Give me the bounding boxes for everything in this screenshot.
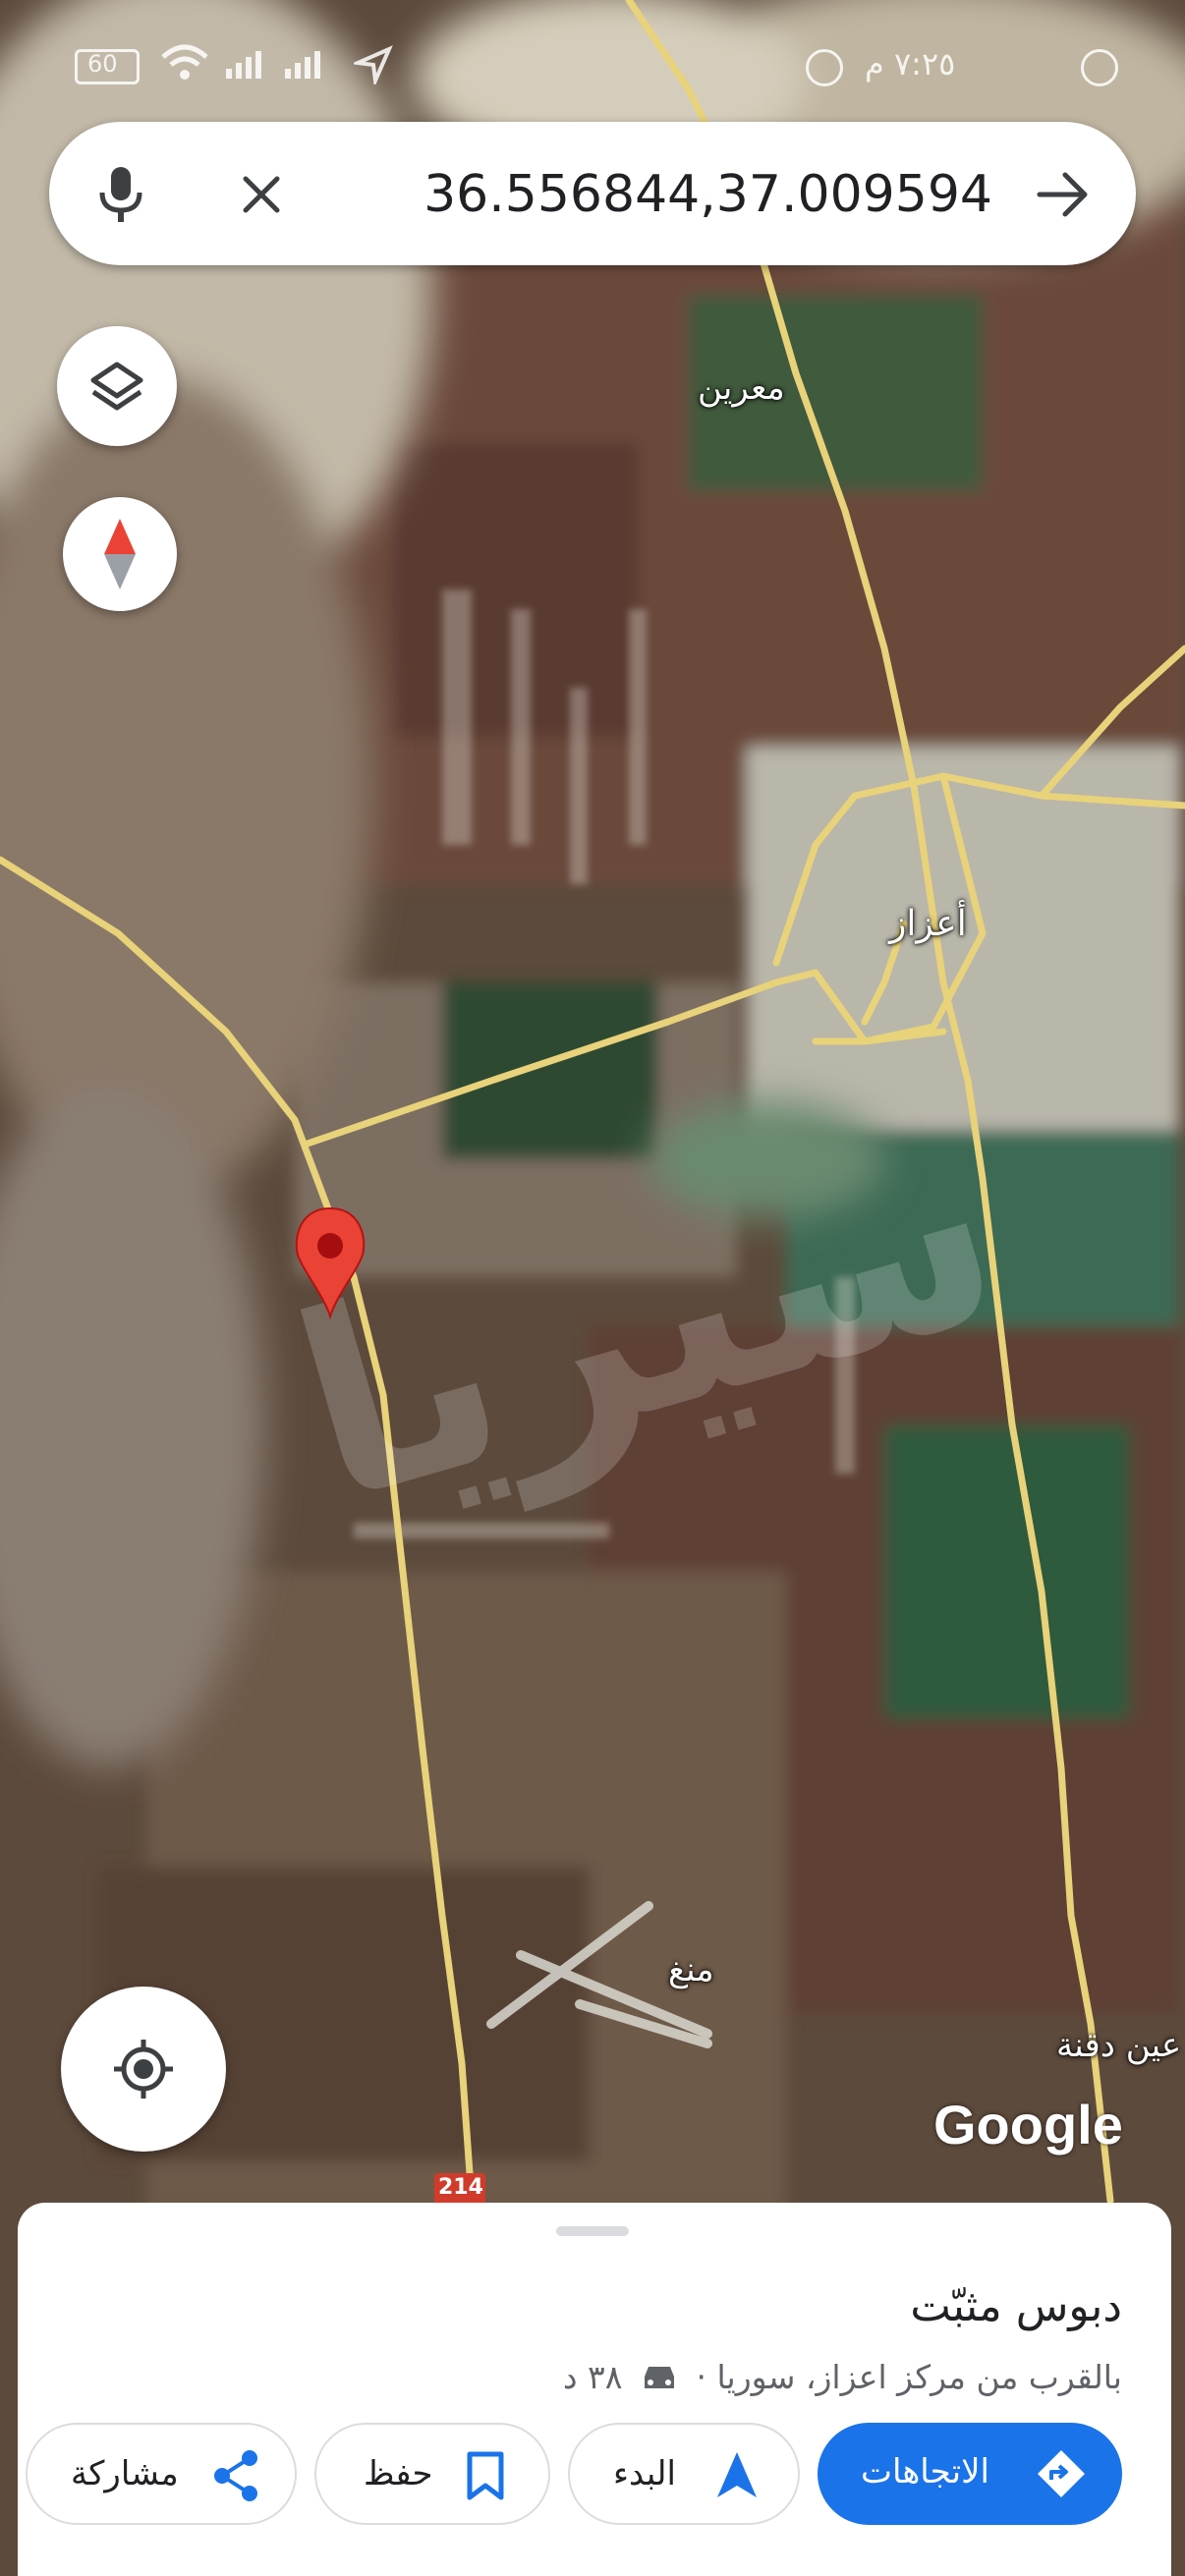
compass-icon — [104, 519, 136, 589]
map-label-ayn-daqna[interactable]: عين دقنة — [1056, 2026, 1181, 2065]
alarm-icon — [1081, 49, 1118, 86]
google-logo: Google — [933, 2094, 1123, 2156]
search-bar[interactable]: 36.556844,37.009594 — [49, 122, 1136, 265]
map-label-menagh[interactable]: منغ — [668, 1950, 714, 1989]
crosshair-icon — [114, 2040, 173, 2099]
status-bar: 60 ٧:٢٥ م — [0, 0, 1185, 118]
arrow-right-icon[interactable] — [1036, 169, 1091, 220]
share-icon — [214, 2450, 257, 2501]
wifi-icon — [161, 44, 208, 80]
start-label: البدء — [613, 2454, 676, 2493]
drag-handle[interactable] — [556, 2226, 629, 2236]
my-location-button[interactable] — [61, 1987, 226, 2152]
place-subtitle: بالقرب من مركز اعزاز، سوريا · ٣٨ د — [563, 2358, 1122, 2396]
directions-label: الاتجاهات — [861, 2452, 989, 2492]
directions-icon — [1038, 2450, 1085, 2497]
layers-icon — [90, 362, 143, 411]
road-number-label: 214 — [438, 2175, 483, 2200]
navigation-arrow-icon — [717, 2452, 757, 2497]
share-label: مشاركة — [71, 2454, 179, 2493]
save-button[interactable]: حفظ — [314, 2423, 550, 2525]
notification-icon — [806, 49, 843, 86]
map-label-azaz[interactable]: أعزاز — [889, 904, 967, 944]
start-button[interactable]: البدء — [568, 2423, 800, 2525]
search-input[interactable]: 36.556844,37.009594 — [423, 165, 992, 224]
signal-icon — [226, 51, 320, 79]
place-location: بالقرب من مركز اعزاز، سوريا · — [696, 2358, 1123, 2396]
drive-time: ٣٨ د — [562, 2358, 623, 2396]
save-label: حفظ — [364, 2454, 433, 2493]
directions-button[interactable]: الاتجاهات — [818, 2423, 1122, 2525]
place-sheet[interactable]: دبوس مثبّت بالقرب من مركز اعزاز، سوريا ·… — [18, 2203, 1171, 2576]
layers-button[interactable] — [57, 326, 177, 446]
clear-icon[interactable] — [240, 173, 283, 216]
place-title: دبوس مثبّت — [910, 2281, 1122, 2331]
satellite-map[interactable]: سيريا — [0, 0, 1185, 2576]
car-icon — [645, 2367, 674, 2388]
battery-level: 60 — [87, 50, 118, 78]
compass-button[interactable] — [63, 497, 177, 611]
bookmark-icon — [467, 2451, 504, 2500]
location-arrow-icon — [354, 45, 393, 84]
share-button[interactable]: مشاركة — [26, 2423, 297, 2525]
map-label-maarin[interactable]: معرين — [698, 368, 785, 408]
battery-icon: 60 — [75, 49, 140, 84]
clock-text: ٧:٢٥ م — [865, 45, 956, 83]
microphone-icon[interactable] — [94, 165, 147, 224]
